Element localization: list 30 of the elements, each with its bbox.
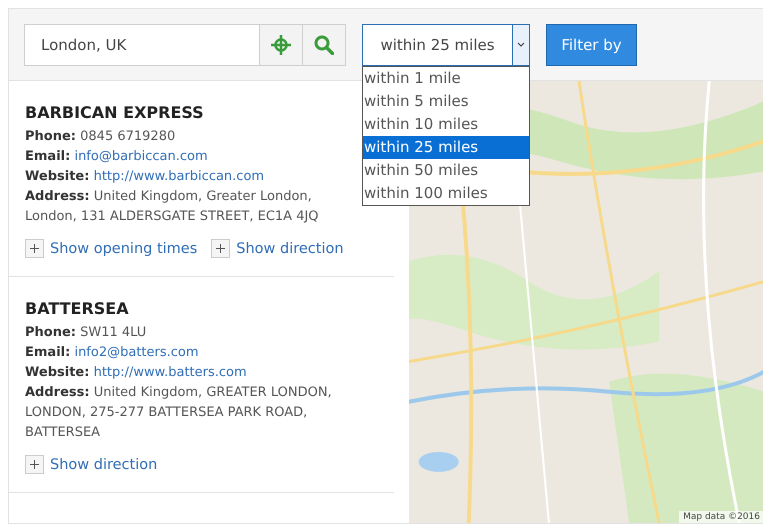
caret-icon — [517, 42, 525, 47]
expand-link[interactable]: Show direction — [211, 239, 344, 258]
location-input[interactable]: London, UK — [24, 24, 260, 66]
search-button[interactable] — [303, 24, 346, 66]
field-label: Website: — [25, 169, 90, 184]
radius-option[interactable]: within 25 miles — [363, 136, 529, 158]
contact-link[interactable]: http://www.batters.com — [94, 365, 247, 380]
map-attribution: Map data ©2016 — [679, 511, 763, 523]
filter-button[interactable]: Filter by — [546, 24, 637, 66]
field-label: Email: — [25, 345, 70, 360]
contact-link[interactable]: info@barbiccan.com — [74, 149, 208, 164]
contact-link[interactable]: info2@batters.com — [74, 345, 199, 360]
search-icon — [314, 34, 334, 54]
plus-icon — [216, 244, 226, 253]
store-detail: Address: United Kingdom, Greater London, London, 131 ALDERSGATE STREET, EC1A 4JQ — [25, 188, 320, 226]
field-label: Website: — [25, 365, 90, 380]
contact-link[interactable]: http://www.barbiccan.com — [94, 169, 264, 184]
field-label: Email: — [25, 149, 70, 164]
expand-link[interactable]: Show opening times — [25, 239, 198, 258]
plus-icon — [30, 460, 39, 469]
store-detail: Address: United Kingdom, GREATER LONDON, LONDON, 275-277 BATTERSEA PARK ROAD, BATTERSEA — [25, 384, 333, 442]
locate-button[interactable] — [260, 24, 303, 66]
expand-link[interactable]: Show direction — [25, 455, 158, 474]
store-name: BARBICAN EXPRESS — [25, 103, 205, 122]
store-name: BATTERSEA — [25, 299, 130, 318]
store-detail: Phone: 0845 6719280 — [25, 128, 176, 146]
crosshair-icon — [271, 34, 291, 54]
store-detail: Phone: SW11 4LU — [25, 324, 148, 342]
plus-icon — [30, 244, 39, 253]
radius-select[interactable]: within 25 miles — [362, 24, 530, 66]
